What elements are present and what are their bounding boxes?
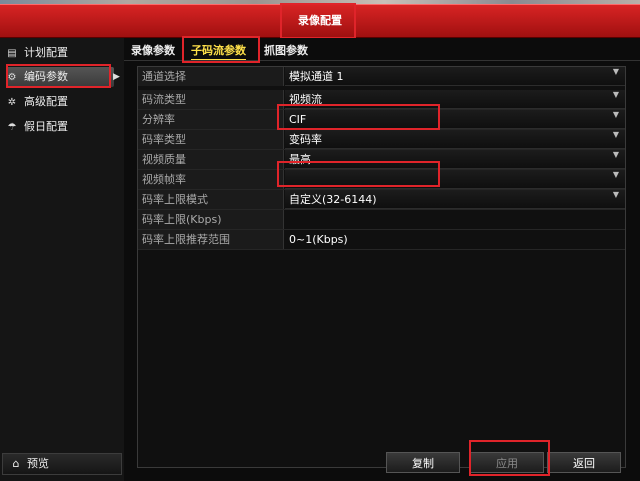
sidebar-item-holiday[interactable]: ☂ 假日配置 (6, 117, 114, 137)
sidebar-item-schedule[interactable]: ▤ 计划配置 (6, 43, 114, 63)
row-channel: 通道选择 模拟通道 1 ▼ (138, 67, 625, 86)
preview-label: 预览 (27, 457, 49, 470)
row-bitrate-max-mode: 码率上限模式 自定义(32-6144) ▼ (138, 190, 625, 210)
tab-record-params[interactable]: 录像参数 (131, 43, 175, 59)
chevron-right-icon: ▶ (113, 72, 120, 82)
video-quality-select[interactable]: 最高 (285, 150, 625, 169)
sidebar-item-encoding[interactable]: ⚙ 编码参数 (6, 67, 114, 87)
tab-substream-params[interactable]: 子码流参数 (191, 43, 246, 60)
chevron-down-icon[interactable]: ▼ (613, 110, 619, 119)
back-button[interactable]: 返回 (547, 452, 621, 473)
window-title: 录像配置 (298, 14, 342, 27)
advanced-icon: ✲ (7, 97, 17, 108)
sidebar-item-advanced[interactable]: ✲ 高级配置 (6, 92, 114, 112)
chevron-down-icon[interactable]: ▼ (613, 90, 619, 99)
bitrate-range-label: 码率上限推荐范围 (138, 230, 284, 249)
resolution-select[interactable]: CIF (285, 110, 625, 129)
row-bitrate-max: 码率上限(Kbps) (138, 210, 625, 230)
bitrate-max-mode-label: 码率上限模式 (138, 190, 284, 209)
stream-type-select[interactable]: 视频流 (285, 90, 625, 109)
copy-button[interactable]: 复制 (386, 452, 460, 473)
chevron-down-icon[interactable]: ▼ (613, 170, 619, 179)
row-frame-rate: 视频帧率 ▼ (138, 170, 625, 190)
sidebar-item-label: 高级配置 (24, 95, 68, 108)
frame-rate-label: 视频帧率 (138, 170, 284, 189)
row-stream-type: 码流类型 视频流 ▼ (138, 90, 625, 110)
sidebar-item-label: 计划配置 (24, 46, 68, 59)
home-icon: ⌂ (12, 457, 20, 470)
sidebar-item-label: 假日配置 (24, 120, 68, 133)
row-resolution: 分辨率 CIF ▼ (138, 110, 625, 130)
gear-icon: ⚙ (7, 72, 17, 83)
main-panel: 录像参数 子码流参数 抓图参数 通道选择 模拟通道 1 ▼ 码流类型 视频流 ▼… (124, 38, 640, 481)
sidebar: ▤ 计划配置 ⚙ 编码参数 ▶ ✲ 高级配置 ☂ 假日配置 ⌂ 预览 (0, 38, 125, 481)
resolution-label: 分辨率 (138, 110, 284, 129)
bitrate-type-select[interactable]: 变码率 (285, 130, 625, 149)
stream-type-label: 码流类型 (138, 90, 284, 109)
chevron-down-icon[interactable]: ▼ (613, 190, 619, 199)
calendar-icon: ▤ (7, 48, 17, 59)
bitrate-max-input[interactable] (285, 210, 625, 229)
chevron-down-icon[interactable]: ▼ (613, 67, 619, 76)
tab-snapshot-params[interactable]: 抓图参数 (264, 43, 308, 59)
video-quality-label: 视频质量 (138, 150, 284, 169)
chevron-down-icon[interactable]: ▼ (613, 150, 619, 159)
settings-form: 通道选择 模拟通道 1 ▼ 码流类型 视频流 ▼ 分辨率 CIF ▼ 码率类型 … (137, 66, 626, 468)
sidebar-item-label: 编码参数 (24, 70, 68, 83)
holiday-icon: ☂ (7, 122, 17, 133)
bitrate-max-mode-select[interactable]: 自定义(32-6144) (285, 190, 625, 209)
bitrate-max-label: 码率上限(Kbps) (138, 210, 284, 229)
bitrate-type-label: 码率类型 (138, 130, 284, 149)
channel-label: 通道选择 (138, 67, 284, 86)
chevron-down-icon[interactable]: ▼ (613, 130, 619, 139)
preview-button[interactable]: ⌂ 预览 (2, 453, 122, 475)
frame-rate-select[interactable] (285, 170, 625, 189)
tab-divider (124, 60, 640, 61)
apply-button[interactable]: 应用 (470, 452, 544, 473)
channel-select[interactable]: 模拟通道 1 (285, 67, 625, 86)
row-bitrate-range: 码率上限推荐范围 0~1(Kbps) (138, 230, 625, 250)
row-video-quality: 视频质量 最高 ▼ (138, 150, 625, 170)
bitrate-range-value: 0~1(Kbps) (289, 233, 348, 246)
row-bitrate-type: 码率类型 变码率 ▼ (138, 130, 625, 150)
